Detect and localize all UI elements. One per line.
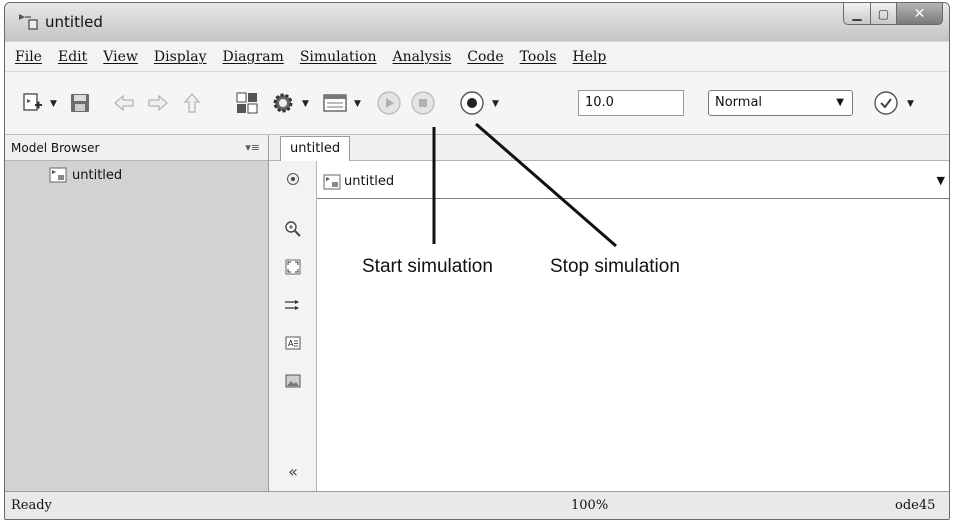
status-text: Ready: [11, 498, 52, 513]
app-window: untitled ▁ ▢ ✕ File Edit View Display Di…: [4, 2, 950, 520]
stop-simulation-label: Stop simulation: [550, 256, 680, 277]
zoom-level: 100%: [571, 498, 609, 513]
status-bar: Ready 100% ode45: [5, 491, 949, 519]
solver-name: ode45: [895, 498, 936, 513]
start-simulation-label: Start simulation: [362, 256, 493, 277]
stop-callout-line: [475, 122, 617, 248]
